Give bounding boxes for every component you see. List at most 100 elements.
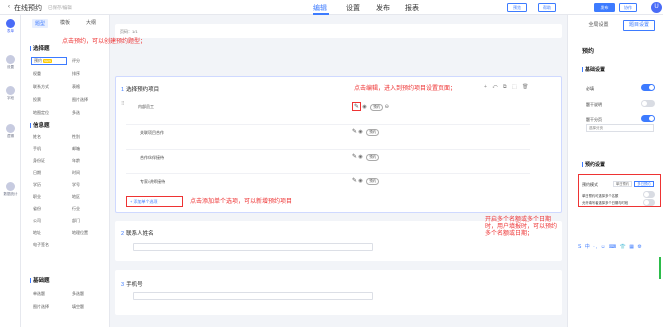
option-row[interactable]: 专家/讲师接待 ✎ ◉ 预约 — [126, 173, 530, 189]
option-tag[interactable]: 预约 — [366, 129, 380, 136]
pagination-toggle[interactable] — [641, 115, 655, 122]
option-tag[interactable]: 预约 — [370, 104, 384, 111]
widget-item[interactable]: 单选题 — [31, 290, 67, 298]
annotation-3: 点击添加单个选项，可以新增预约项目 — [190, 199, 293, 205]
tab-widgets[interactable]: 题型 — [32, 19, 49, 28]
form-title: 在线预约 — [14, 5, 42, 12]
option-row[interactable]: 内部员工 ✎ ◉ 预约 ⊖ — [126, 99, 530, 115]
tab-outline[interactable]: 大纲 — [86, 19, 96, 26]
widget-item[interactable]: 身份证 — [31, 157, 67, 165]
widget-item[interactable]: 学历 — [31, 181, 67, 189]
option-tag[interactable]: 预约 — [366, 154, 380, 161]
widget-item[interactable]: 评分 — [70, 57, 106, 65]
annotation-4: 开启多个名额或多个日期时，用户填报时，可以预约多个名额或日期； — [485, 217, 558, 237]
tab-question-settings[interactable]: 题目设置 — [623, 20, 655, 31]
nav-settings[interactable]: 设置 — [346, 3, 360, 13]
preview-button[interactable]: 预览 — [507, 3, 527, 12]
widget-item[interactable]: 公司 — [31, 217, 67, 225]
widget-item[interactable]: 学号 — [70, 181, 106, 189]
settings-panel — [567, 15, 663, 327]
tab-templates[interactable]: 模板 — [60, 19, 70, 26]
phone-input[interactable] — [133, 292, 373, 300]
question-card-1[interactable] — [115, 76, 562, 213]
eye-icon[interactable]: ◉ — [358, 154, 362, 160]
edit-pencil-icon[interactable]: ✎ — [352, 177, 357, 184]
rail-logic[interactable]: 逻辑 — [2, 124, 19, 139]
save-status: 已保存/编辑 — [48, 4, 72, 10]
ime-toolbar[interactable]: S 中 ·, ☺ ⌨ 👕 ▦ ⚙ — [578, 243, 643, 250]
widget-item[interactable]: 联系方式 — [31, 83, 67, 91]
widget-item[interactable]: 职业 — [31, 193, 67, 201]
gear-icon — [6, 55, 15, 64]
remove-option-icon[interactable]: ⊖ — [385, 104, 389, 110]
edit-pencil-icon[interactable]: ✎ — [352, 128, 357, 135]
rail-form[interactable]: 表单 — [2, 19, 19, 34]
widget-item[interactable]: 行业 — [70, 205, 106, 213]
tab-global-settings[interactable]: 全局设置 — [582, 20, 615, 31]
nav-publish[interactable]: 发布 — [376, 3, 390, 13]
back-arrow-icon[interactable]: ‹ — [8, 4, 10, 10]
widget-item[interactable]: 手机 — [31, 145, 67, 153]
eye-icon[interactable]: ◉ — [358, 129, 362, 135]
nav-edit[interactable]: 编辑 — [313, 3, 327, 13]
question-toolbar[interactable]: + ⤺ ⧉ ⬚ 🗑 — [484, 84, 530, 90]
widget-booking[interactable]: 预约 NEW — [31, 57, 67, 65]
option-row[interactable]: 合作伙伴接待 ✎ ◉ 预约 — [126, 149, 530, 165]
widget-item[interactable]: 地区 — [70, 193, 106, 201]
widget-item[interactable]: 姓名 — [31, 133, 67, 141]
multi-quantity-toggle[interactable] — [643, 191, 655, 198]
widget-item[interactable]: 部门 — [70, 217, 106, 225]
stats-icon — [6, 182, 15, 191]
widget-item[interactable]: 年龄 — [70, 157, 106, 165]
help-button[interactable]: 帮助 — [538, 3, 556, 12]
mode-multi-day[interactable]: 多日预约 — [634, 181, 654, 187]
widget-item[interactable]: 图片选择 — [31, 303, 67, 311]
setting-pagination: 题干分页 — [586, 117, 602, 122]
publish-button[interactable]: 发布 — [594, 3, 615, 12]
widget-item[interactable]: 地址 — [31, 229, 67, 237]
widget-item[interactable]: 填空题 — [70, 303, 106, 311]
widget-item[interactable]: 邮箱 — [70, 145, 106, 153]
widget-item[interactable]: 地图定位 — [31, 109, 67, 117]
widget-item[interactable]: 图片选择 — [70, 96, 106, 104]
required-toggle[interactable] — [641, 84, 655, 91]
widget-item[interactable]: 权重 — [31, 70, 67, 78]
edit-pencil-icon[interactable]: ✎ — [352, 153, 357, 160]
rail-stats[interactable]: 数据统计 — [2, 182, 19, 197]
collab-button[interactable]: 协作 — [619, 3, 637, 12]
settings-group-basic: 基础设置 — [582, 66, 605, 73]
widget-item[interactable]: 投票 — [31, 96, 67, 104]
widget-item[interactable]: 多选题 — [70, 290, 106, 298]
option-tag[interactable]: 预约 — [366, 178, 380, 185]
mode-single-day[interactable]: 单日预约 — [613, 181, 632, 187]
description-toggle[interactable] — [641, 100, 655, 107]
widget-item[interactable]: 电子签名 — [31, 241, 67, 249]
edit-pencil-icon[interactable]: ✎ — [352, 102, 362, 111]
widget-item[interactable]: 表格 — [70, 83, 106, 91]
widget-item[interactable]: 性别 — [70, 133, 106, 141]
name-input[interactable] — [133, 243, 373, 251]
widget-item[interactable]: 省份 — [31, 205, 67, 213]
eye-icon[interactable]: ◉ — [362, 104, 366, 110]
pagination-select[interactable]: 选择分页 — [586, 124, 654, 132]
add-option-button[interactable]: + 添加单个选项 — [126, 196, 183, 207]
question-3-title[interactable]: 3 手机号 — [121, 280, 143, 288]
drag-handle-icon[interactable]: ⠿ — [121, 101, 125, 107]
widget-item[interactable]: 多选 — [70, 109, 106, 117]
question-1-title[interactable]: 1 选择预约项目 — [121, 85, 159, 93]
widget-item[interactable]: 日期 — [31, 169, 67, 177]
rail-fields[interactable]: 字段 — [2, 86, 19, 101]
widget-item[interactable]: 排序 — [70, 70, 106, 78]
group-basic: 基础题 — [30, 276, 50, 284]
avatar[interactable]: U — [651, 2, 662, 13]
new-badge: NEW — [43, 59, 53, 63]
nav-reports[interactable]: 报表 — [405, 3, 419, 13]
question-2-title[interactable]: 2 联系人姓名 — [121, 229, 154, 237]
eye-icon[interactable]: ◉ — [358, 178, 362, 184]
widget-item[interactable]: 地理位置 — [70, 229, 106, 237]
widget-item[interactable]: 时间 — [70, 169, 106, 177]
option-row[interactable]: 关联项目合作 ✎ ◉ 预约 — [126, 124, 530, 140]
multi-date-toggle[interactable] — [643, 199, 655, 206]
rail-settings[interactable]: 设置 — [2, 55, 19, 70]
scroll-indicator[interactable] — [659, 257, 661, 279]
